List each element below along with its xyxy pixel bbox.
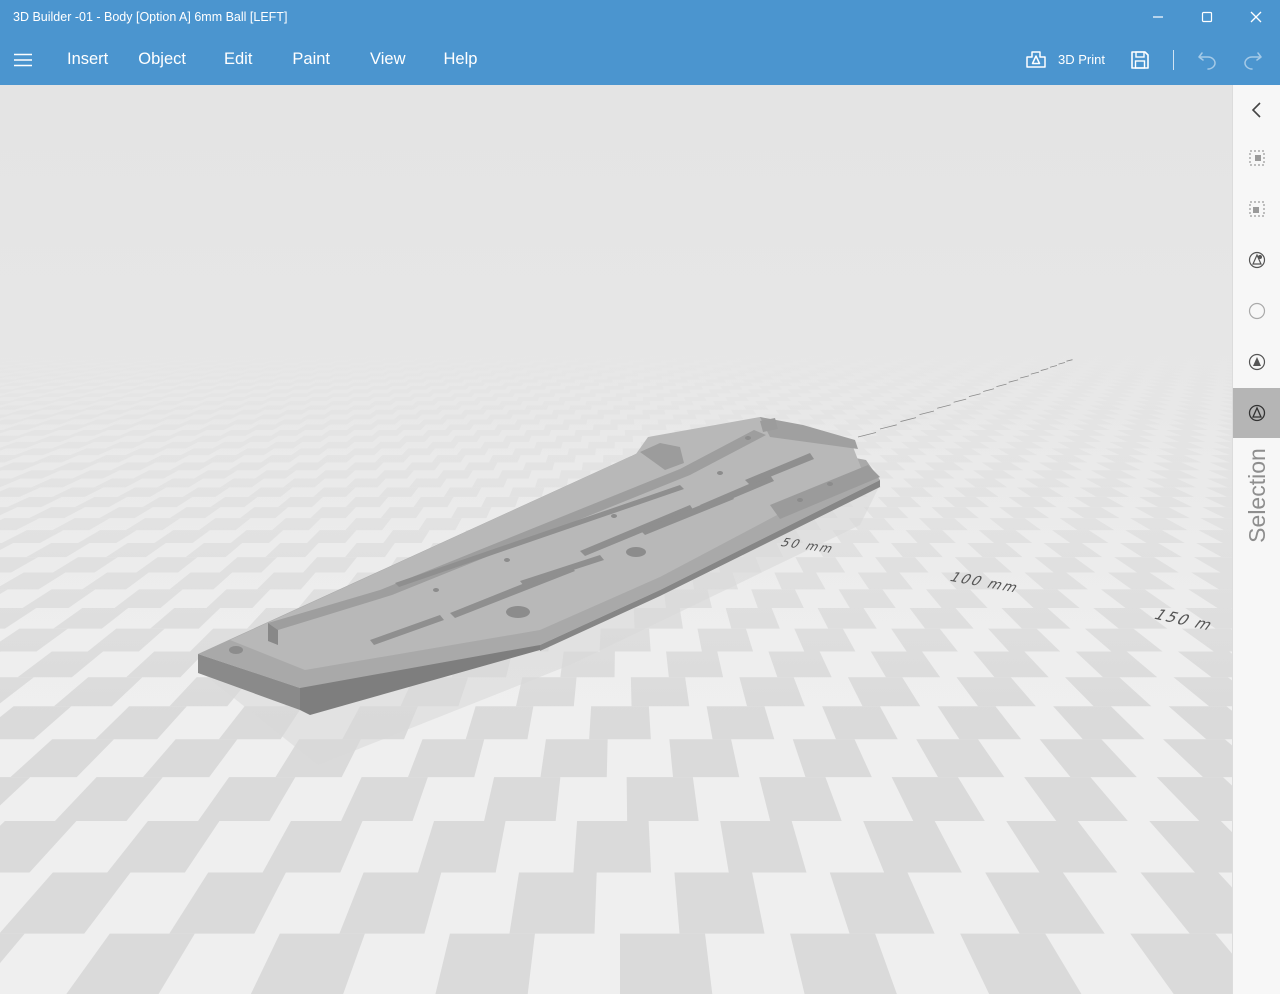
undo-button[interactable] <box>1184 34 1230 85</box>
select-group-button[interactable] <box>1233 184 1280 234</box>
menu-bar: Insert Object Edit Paint View Help 3D Pr… <box>0 34 1280 85</box>
menu-help[interactable]: Help <box>420 34 492 85</box>
maximize-button[interactable] <box>1182 0 1231 34</box>
menu-insert[interactable]: Insert <box>52 34 123 85</box>
maximize-icon <box>1201 11 1212 23</box>
minimize-icon <box>1152 16 1163 18</box>
menu-view[interactable]: View <box>345 34 420 85</box>
save-icon <box>1131 50 1149 69</box>
select-face-icon <box>1248 353 1266 371</box>
select-mesh-button[interactable] <box>1233 388 1280 438</box>
hamburger-icon <box>14 53 32 66</box>
select-vertex-button[interactable] <box>1233 235 1280 285</box>
redo-icon <box>1244 51 1262 70</box>
select-face-button[interactable] <box>1233 337 1280 387</box>
minimize-button[interactable] <box>1133 0 1182 34</box>
menu-edit[interactable]: Edit <box>201 34 267 85</box>
3d-viewport[interactable]: 50 mm 100 mm 150 m <box>0 85 1232 994</box>
selection-label-text: Selection <box>1243 447 1270 543</box>
undo-icon <box>1198 51 1216 70</box>
collapse-panel-button[interactable] <box>1233 85 1280 135</box>
3d-print-button[interactable]: 3D Print <box>1012 34 1117 85</box>
close-icon <box>1250 11 1261 23</box>
right-tool-panel: Selection <box>1232 85 1280 994</box>
menu-paint[interactable]: Paint <box>267 34 345 85</box>
menu-object[interactable]: Object <box>123 34 201 85</box>
select-vertex-icon <box>1248 251 1266 269</box>
redo-button[interactable] <box>1230 34 1276 85</box>
select-empty-button[interactable] <box>1233 286 1280 336</box>
scene-canvas <box>0 85 1232 994</box>
close-button[interactable] <box>1231 0 1280 34</box>
select-mesh-icon <box>1248 404 1266 422</box>
toolbar-divider <box>1173 49 1174 70</box>
select-objects-icon <box>1249 150 1265 166</box>
3d-print-label: 3D Print <box>1058 52 1105 67</box>
select-group-icon <box>1249 201 1265 217</box>
save-button[interactable] <box>1117 34 1163 85</box>
select-empty-icon <box>1248 302 1266 320</box>
window-title: 3D Builder -01 - Body [Option A] 6mm Bal… <box>13 10 288 24</box>
3d-print-icon <box>1026 50 1046 68</box>
selection-mode-label: Selection <box>1233 445 1280 545</box>
select-objects-button[interactable] <box>1233 133 1280 183</box>
chevron-left-icon <box>1251 102 1261 118</box>
title-bar: 3D Builder -01 - Body [Option A] 6mm Bal… <box>0 0 1280 34</box>
hamburger-button[interactable] <box>0 34 46 85</box>
